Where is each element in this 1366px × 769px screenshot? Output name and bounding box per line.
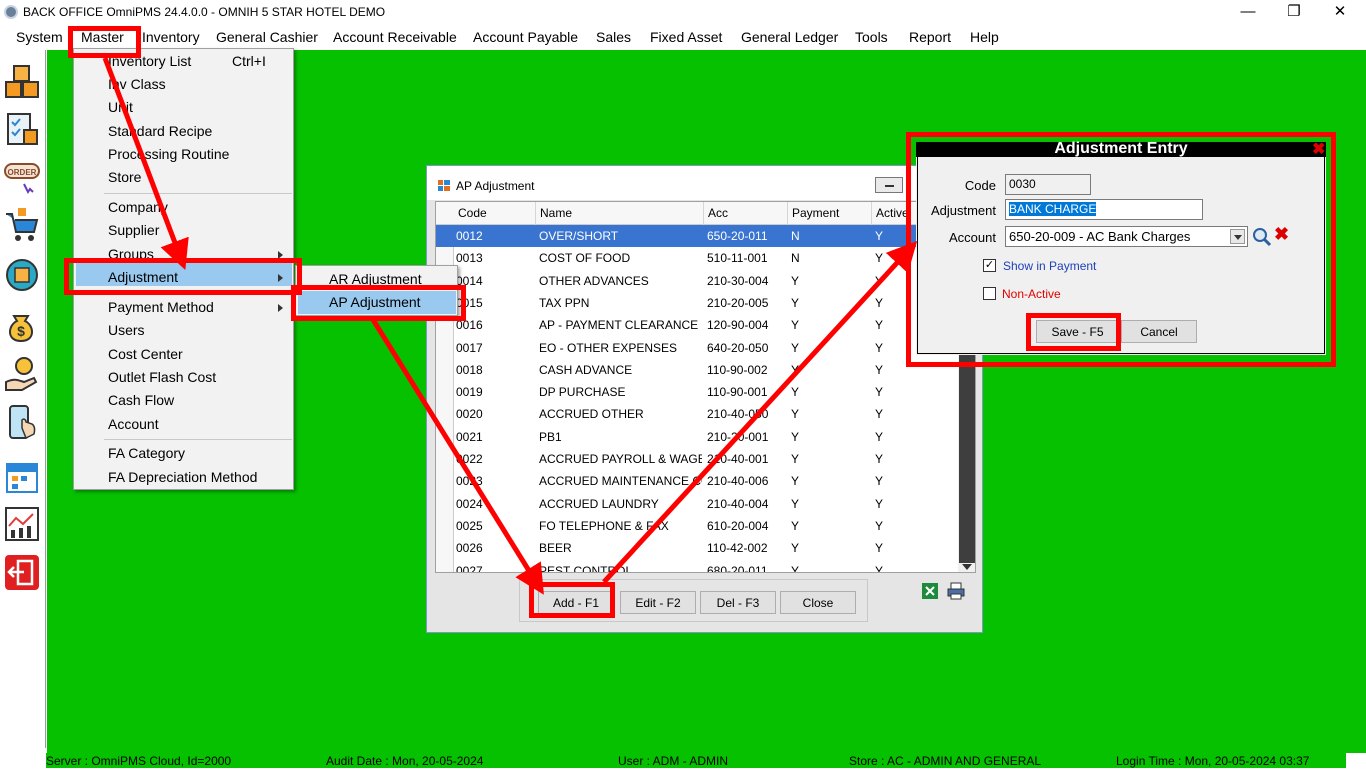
annotation-arrows — [102, 57, 918, 595]
arrow-master-to-adjustment — [102, 57, 189, 271]
arrow-add-to-dialog — [602, 240, 918, 584]
arrow-ap-adjustment-to-add — [369, 316, 544, 595]
